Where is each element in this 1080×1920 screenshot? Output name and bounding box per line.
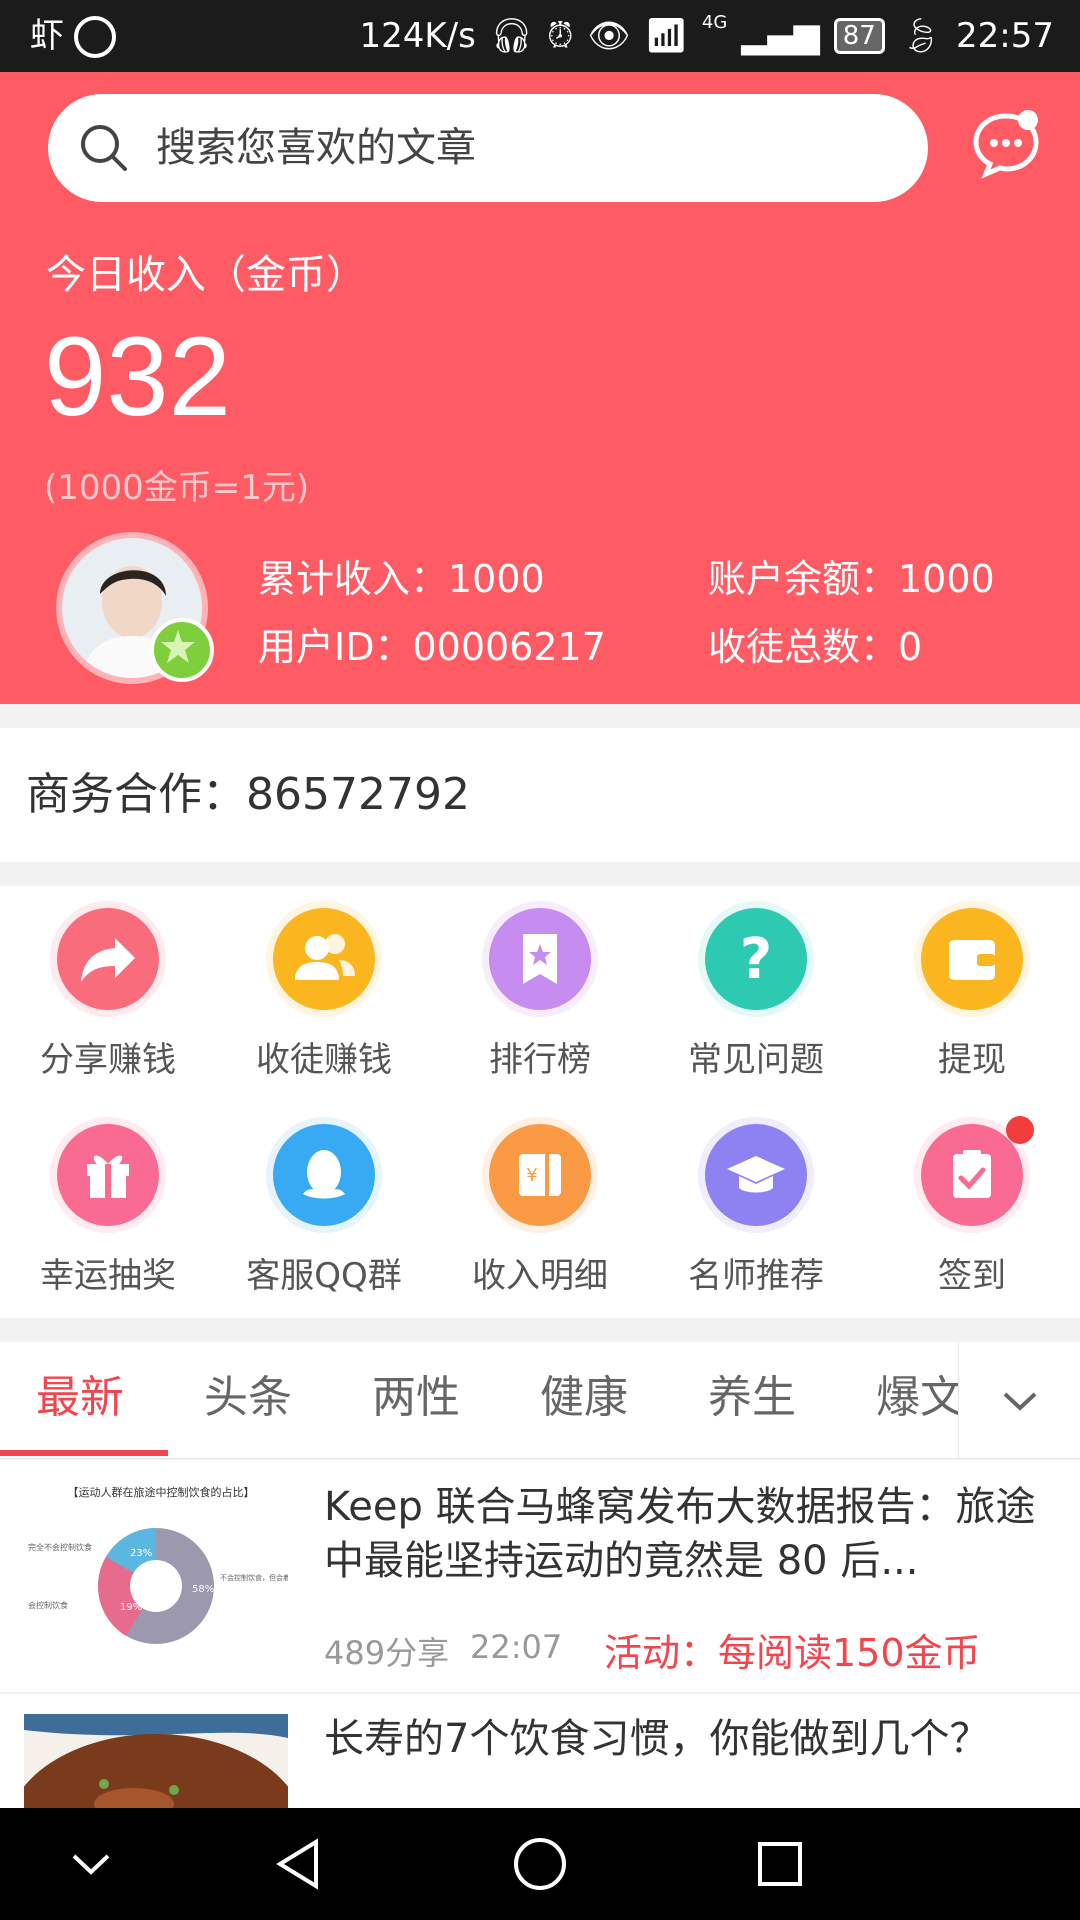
total-income: 累计收入：1000 xyxy=(258,557,545,601)
net-speed: 124K/s xyxy=(359,16,476,56)
search-placeholder: 搜索您喜欢的文章 xyxy=(156,125,476,171)
article-promo: 活动：每阅读150金币 xyxy=(604,1631,981,1675)
chevron-down-icon xyxy=(1003,1392,1037,1411)
grid-item-recruit-earn[interactable]: 收徒赚钱 xyxy=(216,886,432,1102)
business-contact: 商务合作：86572792 xyxy=(0,728,1080,862)
grid-item-label: 收徒赚钱 xyxy=(256,1040,392,1080)
grid-item-lucky-draw[interactable]: 幸运抽奖 xyxy=(0,1102,216,1318)
grid-item-ranking[interactable]: 排行榜 xyxy=(432,886,648,1102)
article-title: 长寿的7个饮食习惯，你能做到几个？ xyxy=(324,1716,990,1762)
article-time: 22:07 xyxy=(470,1628,563,1666)
status-right: 124K/s 🎧︎ ⏰︎ 👁︎ 📶︎ 4G ▂▄▆ 87 🍃︎ 22:57 xyxy=(359,14,1054,58)
rate-note: (1000金币=1元) xyxy=(44,468,310,508)
thumb-chart-title: 【运动人群在旅途中控制饮食的占比】 xyxy=(67,1486,255,1499)
navigation-bar xyxy=(0,1808,1080,1920)
thumb-label-text: 不会控制饮食，但会着手不健康的食物 xyxy=(220,1573,288,1582)
article-thumbnail: 【运动人群在旅途中控制饮食的占比】 23% 19% 58% 完全不会控制饮食 会… xyxy=(24,1482,339,1668)
battery-level: 87 xyxy=(842,21,876,51)
article-thumbnail xyxy=(11,1714,301,1808)
checkin-icon xyxy=(921,1124,1023,1226)
header-panel: 搜索您喜欢的文章 今日收入（金币） 932 (1000金币=1元) 累计收入：1… xyxy=(0,72,1080,704)
status-app-icon: 虾 xyxy=(30,16,64,56)
network-type: 4G xyxy=(701,12,728,33)
eye-icon: 👁︎ xyxy=(587,16,631,56)
alarm-icon: ⏰︎ xyxy=(547,16,574,56)
thumb-value: 58% xyxy=(192,1584,214,1595)
food-image xyxy=(11,1714,301,1808)
grid-item-label: 幸运抽奖 xyxy=(40,1256,176,1296)
grid-item-income-details[interactable]: ¥ 收入明细 xyxy=(432,1102,648,1318)
graduation-cap-icon xyxy=(705,1124,807,1226)
ledger-icon: ¥ xyxy=(489,1124,591,1226)
thumb-label: 会控制饮食 xyxy=(28,1600,68,1610)
search-bar[interactable]: 搜索您喜欢的文章 xyxy=(48,94,928,202)
level-badge xyxy=(150,618,214,682)
grid-item-label: 提现 xyxy=(938,1040,1006,1080)
clock: 22:57 xyxy=(956,16,1054,56)
pie-chart-thumbnail: 23% 19% 58% 完全不会控制饮食 会控制饮食 不会控制饮食，但会着手不健… xyxy=(28,1528,339,1644)
recents-icon[interactable] xyxy=(756,1840,804,1888)
thumb-value: 19% xyxy=(120,1602,142,1613)
grid-item-label: 客服QQ群 xyxy=(246,1256,402,1296)
thumb-label: 完全不会控制饮食 xyxy=(28,1542,92,1552)
users-icon xyxy=(273,908,375,1010)
tab-headlines[interactable]: 头条 xyxy=(204,1342,292,1454)
apprentice-count: 收徒总数：0 xyxy=(708,625,923,669)
grid-item-share-earn[interactable]: 分享赚钱 xyxy=(0,886,216,1102)
wallet-icon xyxy=(921,908,1023,1010)
wifi-icon: 📶︎ xyxy=(644,16,688,56)
home-icon[interactable] xyxy=(512,1836,568,1892)
tab-viral[interactable]: 爆文 xyxy=(876,1342,964,1454)
active-tab-indicator xyxy=(0,1450,168,1456)
share-icon xyxy=(57,908,159,1010)
signal-icon: ▂▄▆ xyxy=(741,16,820,56)
svg-text:?: ? xyxy=(740,927,772,992)
back-icon[interactable] xyxy=(274,1838,324,1890)
income-label: 今日收入（金币） xyxy=(46,252,366,298)
gift-icon xyxy=(57,1124,159,1226)
thumb-label: 不会控制饮食，但会着手不健康的食物 xyxy=(220,1573,288,1582)
thumb-value: 23% xyxy=(130,1548,152,1559)
qq-icon xyxy=(273,1124,375,1226)
battery-icon: 87 xyxy=(833,18,885,54)
more-tabs-button[interactable] xyxy=(958,1342,1080,1458)
status-bar: 虾 124K/s 🎧︎ ⏰︎ 👁︎ 📶︎ 4G ▂▄▆ 87 🍃︎ 22:57 xyxy=(0,0,1080,72)
grid-item-faq[interactable]: ? 常见问题 xyxy=(648,886,864,1102)
hide-keyboard-icon[interactable] xyxy=(66,1844,116,1884)
message-icon[interactable] xyxy=(970,108,1042,180)
grid-item-label: 收入明细 xyxy=(472,1256,608,1296)
article-title: Keep 联合马蜂窝发布大数据报告：旅途中最能坚持运动的竟然是 80 后... xyxy=(324,1484,1036,1584)
business-contact-text: 商务合作：86572792 xyxy=(26,769,470,820)
grid-item-label: 分享赚钱 xyxy=(40,1040,176,1080)
headset-icon: 🎧︎ xyxy=(489,16,534,56)
ranking-icon xyxy=(489,908,591,1010)
grid-item-label: 名师推荐 xyxy=(688,1256,824,1296)
account-balance: 账户余额：1000 xyxy=(708,557,995,601)
tab-latest[interactable]: 最新 xyxy=(36,1342,124,1454)
income-value: 932 xyxy=(44,314,231,439)
svg-text:¥: ¥ xyxy=(526,1165,537,1186)
notification-dot xyxy=(1006,1116,1034,1144)
tab-health[interactable]: 健康 xyxy=(540,1342,628,1454)
grid-item-teacher[interactable]: 名师推荐 xyxy=(648,1102,864,1318)
article-shares: 489分享 xyxy=(324,1634,450,1672)
grid-item-label: 签到 xyxy=(938,1256,1006,1296)
feature-grid: 分享赚钱 收徒赚钱 排行榜 ? 常见问题 提现 幸运抽奖 客服QQ群 ¥ 收入明… xyxy=(0,886,1080,1318)
tab-relationships[interactable]: 两性 xyxy=(372,1342,460,1454)
grid-item-qq-group[interactable]: 客服QQ群 xyxy=(216,1102,432,1318)
article-item[interactable]: 长寿的7个饮食习惯，你能做到几个？ xyxy=(0,1694,1080,1808)
weibo-icon xyxy=(74,16,116,58)
tab-wellness[interactable]: 养生 xyxy=(708,1342,796,1454)
category-tabs: 最新 头条 两性 健康 养生 爆文 xyxy=(0,1342,1080,1459)
article-item[interactable]: 【运动人群在旅途中控制饮食的占比】 23% 19% 58% 完全不会控制饮食 会… xyxy=(0,1460,1080,1692)
grid-item-checkin[interactable]: 签到 xyxy=(864,1102,1080,1318)
grid-item-withdraw[interactable]: 提现 xyxy=(864,886,1080,1102)
search-icon xyxy=(81,125,127,171)
user-id: 用户ID：00006217 xyxy=(258,625,606,669)
grid-item-label: 常见问题 xyxy=(688,1040,824,1080)
leaf-icon: 🍃︎ xyxy=(898,16,943,56)
grid-item-label: 排行榜 xyxy=(489,1040,591,1080)
question-icon: ? xyxy=(705,908,807,1010)
